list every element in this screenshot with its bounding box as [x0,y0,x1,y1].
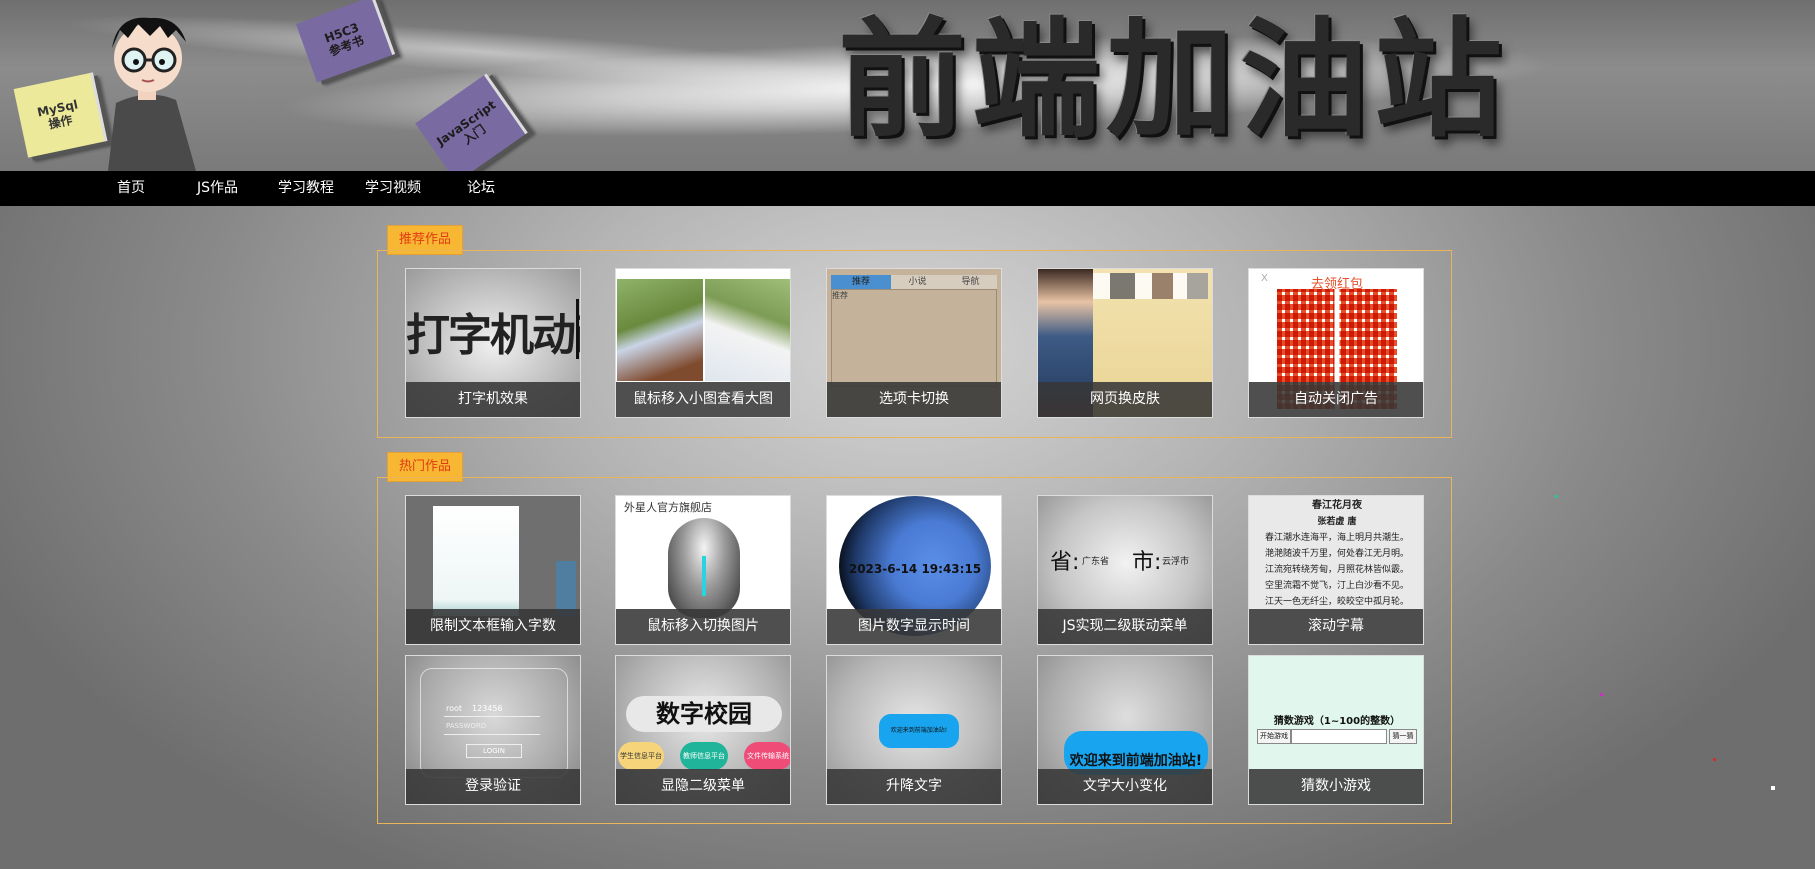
typewriter-text: 打字机动画 [406,310,580,361]
card-caption: 打字机效果 [406,382,580,417]
city-label: 市: [1132,550,1162,575]
poem-line: 江天一色无纤尘，皎皎空中孤月轮。 [1264,597,1409,607]
work-card-skin-change[interactable]: 网页换皮肤 [1037,268,1213,418]
work-card-auto-close-ad[interactable]: X 去领红包 自动关闭广告 [1248,268,1424,418]
pill-student: 学生信息平台 [618,742,664,770]
game-title: 猜数游戏（1~100的整数） [1273,716,1401,727]
work-card-scroll-subtitle[interactable]: 春江花月夜 张若虚 唐 春江潮水连海平，海上明月共潮生。 滟滟随波千万里，何处春… [1248,495,1424,645]
tab-bar: 推荐 小说 导航 [831,275,997,289]
clock-time: 2023-6-14 19:43:15 [848,562,982,576]
login-button: LOGIN [466,744,522,758]
card-caption: 鼠标移入小图查看大图 [616,382,790,417]
typewriter-cursor [576,299,579,359]
pill-file: 文件传输系统 [744,742,790,770]
nav-item-forum[interactable]: 论坛 [467,171,495,206]
work-card-toggle-submenu[interactable]: 数字校园 学生信息平台 教师信息平台 文件传输系统 显隐二级菜单 [615,655,791,805]
mini-tab: 小说 [908,277,927,287]
work-card-limit-input[interactable]: 限制文本框输入字数 [405,495,581,645]
card-caption: 显隐二级菜单 [616,769,790,804]
site-title: 前端加油站 [838,6,1509,155]
large-photo [705,279,790,381]
work-card-guess-number[interactable]: 猜数游戏（1~100的整数） 开始游戏 猜一猜 猜数小游戏 [1248,655,1424,805]
start-game-button: 开始游戏 [1257,729,1291,744]
phone-screen [433,506,519,616]
work-card-login-validate[interactable]: root 123456 PASSWORD LOGIN 登录验证 [405,655,581,805]
poem-line: 江流宛转绕芳甸，月照花林皆似霰。 [1264,565,1409,575]
work-card-rising-text[interactable]: 欢迎来到前端加油站! 升降文字 [826,655,1002,805]
sparkle-dot [1600,693,1603,696]
work-card-typewriter[interactable]: 打字机动画 打字机效果 [405,268,581,418]
small-photo [617,279,703,381]
tab-panel-text: 推荐 [832,291,848,300]
card-caption: 图片数字显示时间 [827,609,1001,644]
cartoon-avatar-icon [108,17,196,171]
mini-tab-active: 推荐 [831,275,891,289]
card-caption: JS实现二级联动菜单 [1038,609,1212,644]
mini-tab: 导航 [961,277,980,287]
card-caption: 鼠标移入切换图片 [616,609,790,644]
sparkle-dot [1555,495,1558,498]
work-card-linked-menu[interactable]: 省: 广东省 市: 云浮市 JS实现二级联动菜单 [1037,495,1213,645]
nav-item-home[interactable]: 首页 [117,171,145,206]
province-label: 省: [1050,550,1080,575]
work-card-image-clock[interactable]: 2023-6-14 19:43:15 图片数字显示时间 [826,495,1002,645]
poem-line: 空里流霜不觉飞，汀上白沙看不见。 [1264,581,1409,591]
card-caption: 文字大小变化 [1038,769,1212,804]
card-caption: 选项卡切换 [827,382,1001,417]
nav-item-js-works[interactable]: JS作品 [197,171,238,206]
poem-line: 滟滟随波千万里，何处春江无月明。 [1264,549,1409,559]
tab-panel: 推荐 [831,289,997,387]
poem-author: 张若虚 唐 [1317,517,1357,527]
line [444,734,540,735]
mouse-glow [702,556,706,596]
work-card-text-size-change[interactable]: 欢迎来到前端加油站! 文字大小变化 [1037,655,1213,805]
sparkle-dot [1771,786,1775,790]
header-banner: MySql 操作 H5C3 参考书 JavaScript 入门 前端加油站 [0,0,1815,171]
pill-teacher: 教师信息平台 [680,742,728,770]
province-value: 广东省 [1082,557,1110,567]
username-value: root [446,704,463,713]
card-caption: 限制文本框输入字数 [406,609,580,644]
rising-pill: 欢迎来到前端加油站! [879,714,959,748]
city-value: 云浮市 [1162,557,1190,567]
card-caption: 升降文字 [827,769,1001,804]
line [444,716,540,717]
main-nav: 首页 JS作品 学习教程 学习视频 论坛 [0,171,1815,206]
poem-line: 春江潮水连海平，海上明月共潮生。 [1264,533,1409,543]
card-caption: 滚动字幕 [1249,609,1423,644]
password-label: PASSWORD [446,722,487,730]
guess-input [1291,729,1387,744]
guess-button: 猜一猜 [1389,729,1417,744]
card-caption: 登录验证 [406,769,580,804]
campus-title: 数字校园 [626,696,782,732]
card-caption: 自动关闭广告 [1249,382,1423,417]
nav-item-tutorials[interactable]: 学习教程 [278,171,334,206]
nav-item-videos[interactable]: 学习视频 [365,171,421,206]
work-card-tab-switch[interactable]: 推荐 小说 导航 推荐 选项卡切换 [826,268,1002,418]
password-value: 123456 [472,704,503,713]
work-card-mouse-switch-image[interactable]: 外星人官方旗舰店 鼠标移入切换图片 [615,495,791,645]
poem-title: 春江花月夜 [1312,500,1362,511]
sparkle-dot [1713,758,1716,761]
work-card-image-zoom[interactable]: 鼠标移入小图查看大图 [615,268,791,418]
store-title: 外星人官方旗舰店 [624,501,712,514]
card-caption: 网页换皮肤 [1038,382,1212,417]
side-bar [556,561,576,616]
login-box [420,668,568,778]
card-caption: 猜数小游戏 [1249,769,1423,804]
